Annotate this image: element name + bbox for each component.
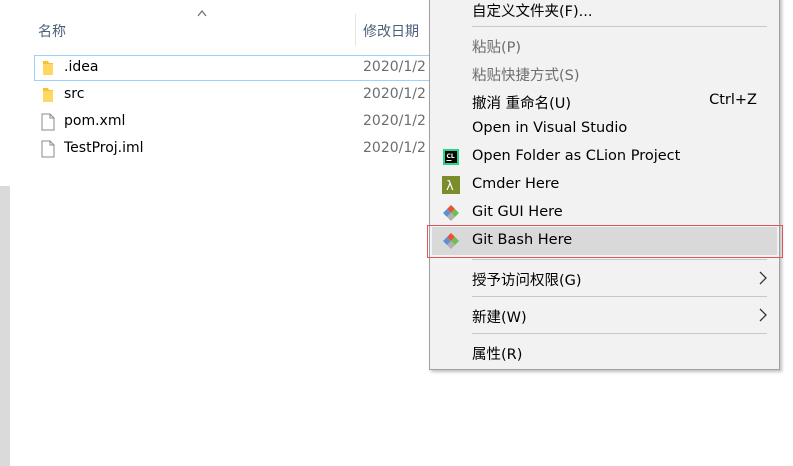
menu-separator [472,333,767,334]
file-name: TestProj.iml [64,140,144,156]
menu-item-label: 自定义文件夹(F)... [472,4,593,20]
menu-item-git-bash[interactable]: Git Bash Here [432,227,777,255]
menu-item-new[interactable]: 新建(W) [430,301,779,329]
column-divider[interactable] [355,14,356,46]
file-row[interactable]: TestProj.iml 2020/1/2 [34,136,430,162]
clion-icon: CL [443,149,459,165]
menu-item-paste[interactable]: 粘贴(P) [430,31,779,59]
file-date: 2020/1/2 [363,113,426,129]
file-row[interactable]: pom.xml 2020/1/2 [34,109,430,135]
context-menu: 自定义文件夹(F)... 粘贴(P) 粘贴快捷方式(S) 撤消 重命名(U) C… [429,0,780,370]
menu-item-label: 粘贴快捷方式(S) [472,68,580,84]
document-icon [41,113,55,131]
document-icon [41,140,55,158]
menu-item-label: Open in Visual Studio [472,120,628,136]
menu-item-shortcut: Ctrl+Z [709,92,757,108]
menu-separator [472,26,767,27]
column-name-header[interactable]: 名称 [38,21,66,41]
file-row[interactable]: .idea 2020/1/2 [34,55,434,81]
menu-item-label: Git GUI Here [472,204,563,220]
menu-item-open-clion[interactable]: CL Open Folder as CLion Project [430,143,779,171]
sort-ascending-icon [197,10,207,17]
menu-item-label: 撤消 重命名(U) [472,96,572,112]
menu-item-custom-folder[interactable]: 自定义文件夹(F)... [430,0,779,23]
lambda-icon: λ [442,176,460,194]
menu-item-label: 属性(R) [472,347,523,363]
menu-item-label: Cmder Here [472,176,560,192]
menu-item-label: 新建(W) [472,310,527,326]
chevron-right-icon [759,271,767,285]
file-name: src [64,86,85,102]
file-name: pom.xml [64,113,126,129]
menu-item-grant-access[interactable]: 授予访问权限(G) [430,264,779,292]
chevron-right-icon [759,308,767,322]
file-date: 2020/1/2 [363,140,426,156]
menu-item-label: Git Bash Here [472,232,573,248]
menu-item-git-gui[interactable]: Git GUI Here [430,199,779,227]
svg-text:CL: CL [447,153,455,160]
menu-item-cmder[interactable]: λ Cmder Here [430,171,779,199]
git-diamond-icon [443,233,459,249]
menu-separator [472,259,767,260]
column-date-header[interactable]: 修改日期 [363,21,419,41]
vertical-scrollbar[interactable] [0,0,10,466]
menu-item-label: Open Folder as CLion Project [472,148,681,164]
menu-item-properties[interactable]: 属性(R) [430,338,779,366]
scrollbar-thumb[interactable] [0,0,10,186]
git-diamond-icon [443,205,459,221]
column-header: 名称 修改日期 [10,0,430,46]
file-name: .idea [64,59,99,75]
file-date: 2020/1/2 [363,86,426,102]
file-date: 2020/1/2 [363,59,426,75]
scrollbar-track[interactable] [0,186,10,466]
folder-icon [43,88,53,102]
menu-item-undo-rename[interactable]: 撤消 重命名(U) Ctrl+Z [430,87,779,115]
menu-item-paste-shortcut[interactable]: 粘贴快捷方式(S) [430,59,779,87]
file-row[interactable]: src 2020/1/2 [34,82,430,108]
folder-icon [43,61,53,75]
menu-separator [472,296,767,297]
menu-item-open-visual-studio[interactable]: Open in Visual Studio [430,115,779,143]
svg-text:λ: λ [446,179,454,194]
menu-item-label: 授予访问权限(G) [472,273,582,289]
menu-item-label: 粘贴(P) [472,40,522,56]
